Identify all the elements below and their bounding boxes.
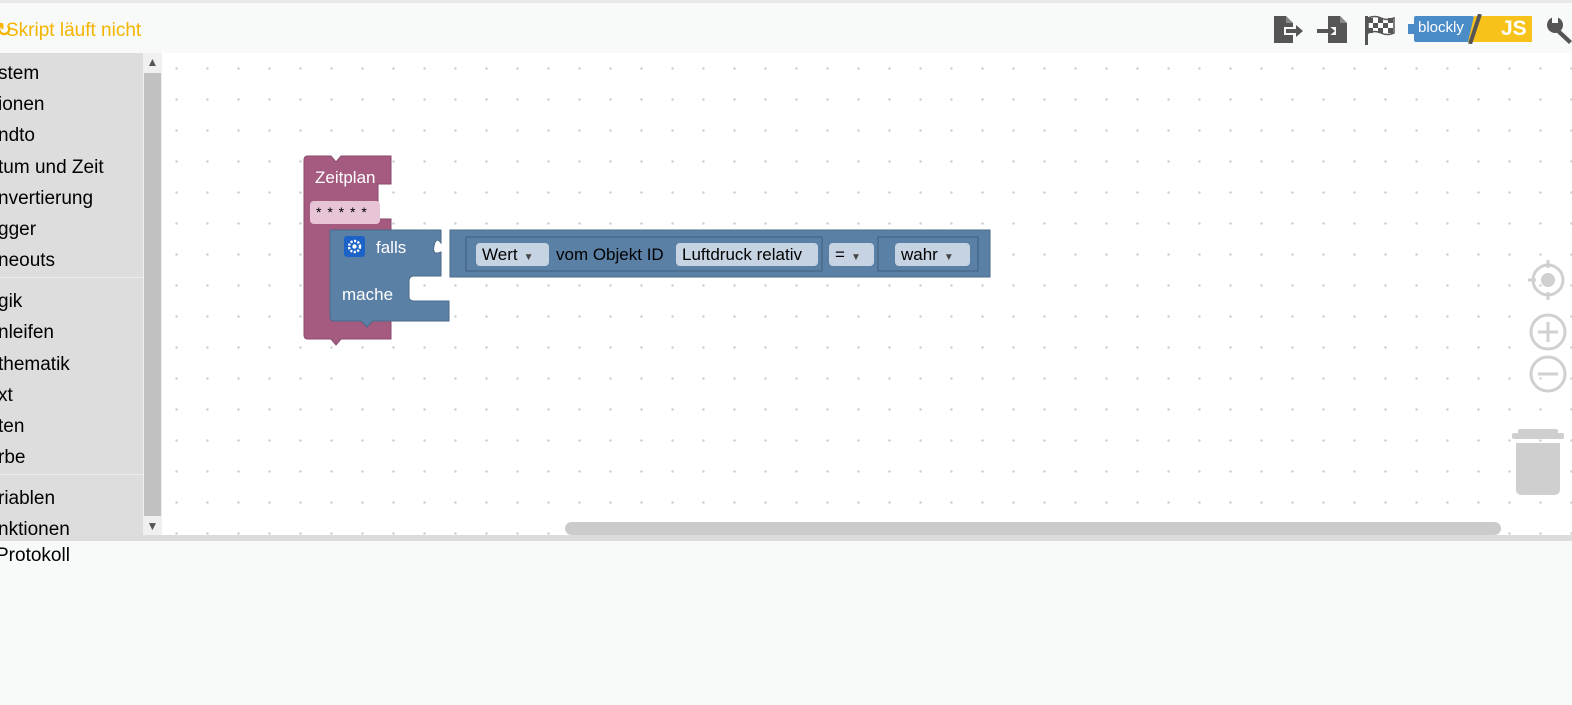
scroll-up-icon[interactable]: ▲ (143, 53, 162, 72)
script-status-text: Skript läuft nicht (6, 20, 142, 41)
value-dropdown[interactable]: Wert ▼ (476, 243, 549, 266)
if-block-label: falls (376, 238, 407, 257)
log-tab[interactable]: Protokoll (0, 545, 70, 567)
toolbox-category-system[interactable]: stem (0, 63, 39, 85)
wrench-icon[interactable] (1544, 15, 1572, 45)
toolbox-category-text[interactable]: xt (0, 385, 13, 407)
toolbox-category-variables[interactable]: riablen (0, 488, 55, 510)
toolbox-separator (0, 474, 143, 475)
toolbox-category-loops[interactable]: nleifen (0, 322, 54, 344)
toolbox-sidebar: stem ionen ndto tum und Zeit nvertierung… (0, 53, 143, 536)
toolbox-scrollbar-thumb[interactable] (144, 73, 161, 516)
schedule-block-label: Zeitplan (315, 168, 376, 187)
toolbox-separator (0, 277, 143, 278)
export-icon[interactable] (1270, 13, 1304, 47)
toolbox-category-math[interactable]: thematik (0, 354, 70, 376)
toolbox-category-functions[interactable]: nktionen (0, 519, 70, 536)
log-panel: Protokoll (0, 541, 1572, 705)
toolbox-category-colour[interactable]: rbe (0, 447, 25, 469)
operator-dropdown[interactable]: = ▼ (829, 243, 874, 266)
toolbox-category-conversion[interactable]: nvertierung (0, 188, 93, 210)
operator-dropdown-text: = (835, 245, 845, 264)
of-object-id-label: vom Objekt ID (556, 245, 664, 264)
zoom-in-icon[interactable] (1528, 312, 1568, 352)
blockly-js-toggle[interactable]: blockly JS (1408, 14, 1532, 44)
blockly-workspace[interactable]: Zeitplan * * * * * falls mache Wert ▼ vom… (162, 53, 1572, 536)
checkered-flag-icon[interactable] (1362, 13, 1396, 47)
import-icon[interactable] (1316, 13, 1350, 47)
toolbox-category-lists[interactable]: ten (0, 416, 24, 438)
recenter-icon[interactable] (1528, 260, 1568, 300)
script-status: ↻Skript läuft nicht (0, 19, 141, 42)
badge-js-label: JS (1501, 17, 1527, 40)
badge-blockly-label: blockly (1418, 19, 1464, 36)
object-id-field[interactable]: Luftdruck relativ (676, 243, 818, 266)
toolbox-category-timeouts[interactable]: neouts (0, 250, 55, 272)
toolbox-category-date-time[interactable]: tum und Zeit (0, 157, 104, 179)
value-dropdown-text: Wert (482, 245, 518, 264)
toolbox-scrollbar[interactable]: ▲ ▼ (143, 53, 162, 536)
dropdown-arrow-icon: ▼ (523, 252, 534, 263)
toolbox-category-actions[interactable]: ionen (0, 94, 45, 116)
compare-value-text: wahr (901, 245, 938, 264)
toolbar: ↻Skript läuft nicht blockly JS (0, 3, 1572, 54)
toolbox-category-logic[interactable]: gik (0, 291, 22, 313)
toolbox-category-sendto[interactable]: ndto (0, 125, 35, 147)
do-block-label: mache (342, 285, 394, 304)
toolbox-category-trigger[interactable]: gger (0, 219, 36, 241)
dropdown-arrow-icon: ▼ (850, 252, 861, 263)
trash-icon[interactable] (1510, 427, 1566, 497)
if-settings-gear-icon[interactable] (344, 236, 365, 257)
scroll-down-icon[interactable]: ▼ (143, 517, 162, 536)
schedule-cron-field[interactable]: * * * * * (310, 201, 380, 224)
dropdown-arrow-icon: ▼ (943, 252, 954, 263)
compare-value-dropdown[interactable]: wahr ▼ (895, 243, 970, 266)
workspace-horizontal-scrollbar[interactable] (565, 522, 1501, 535)
zoom-out-icon[interactable] (1528, 354, 1568, 394)
